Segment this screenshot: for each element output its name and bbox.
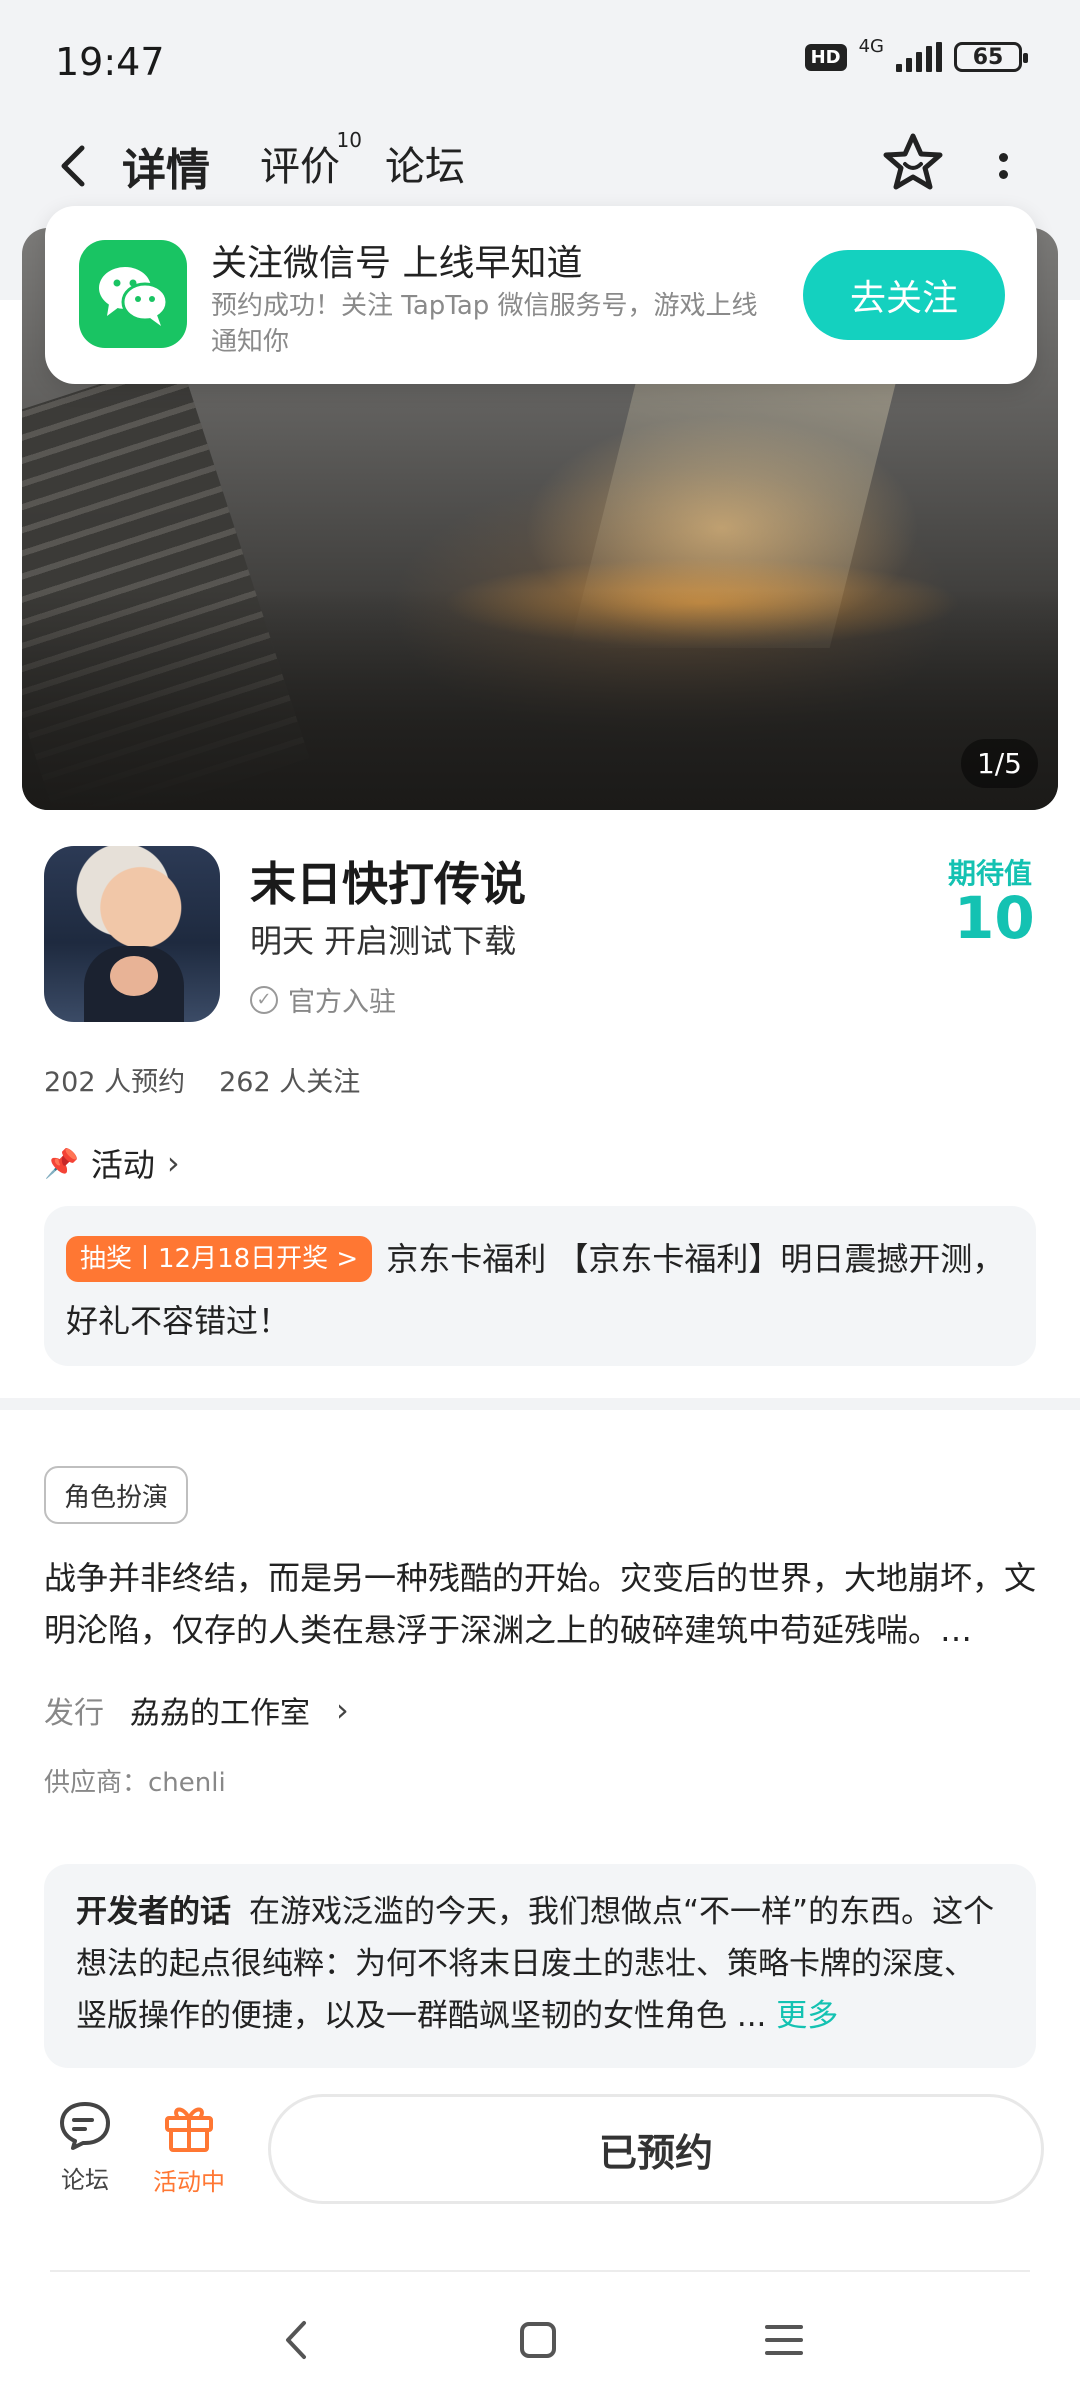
wechat-follow-card: 关注微信号 上线早知道 预约成功！关注 TapTap 微信服务号，游戏上线通知你… [45,206,1037,384]
lottery-tag[interactable]: 抽奖丨12月18日开奖 > [66,1236,373,1282]
system-back-icon [286,2321,306,2359]
publisher-row[interactable]: 发行 劦劦的工作室 › [44,1688,349,1732]
tab-forum-label: 论坛 [385,144,465,190]
banner-ground [22,590,1058,810]
official-label: 官方入驻 [288,987,396,1018]
system-home-icon [520,2322,556,2358]
activity-card[interactable]: 抽奖丨12月18日开奖 > 京东卡福利 【京东卡福利】明日震撼开测，好礼不容错过！ [44,1206,1036,1366]
more-link[interactable]: 更多 [776,1998,838,2034]
activity-heading: 活动 [90,1146,155,1184]
more-dot-icon [998,170,1008,179]
official-badge: ✓ 官方入驻 [250,980,396,1019]
tab-detail[interactable]: 详情 [118,134,214,198]
banner-page-indicator: 1/5 [960,739,1038,788]
top-nav: 详情 评价 10 论坛 [0,120,1080,220]
activity-section-header[interactable]: 📌 活动 › [44,1140,180,1186]
star-icon [883,133,943,190]
network-type: 4G [858,36,884,57]
gift-icon [165,2107,213,2152]
bottom-activity-button[interactable]: 活动中 [144,2100,234,2197]
more-dot-icon [998,153,1008,162]
game-subtitle: 明天 开启测试下载 [250,922,517,960]
tab-review-label: 评价 [260,144,340,190]
developer-note-label: 开发者的话 [76,1894,231,1930]
system-menu-icon [765,2325,803,2355]
system-nav-divider [50,2270,1030,2272]
reserved-button[interactable]: 已预约 [268,2094,1044,2204]
battery-level: 65 [972,44,1004,70]
chevron-right-icon: › [166,1144,180,1182]
section-divider [0,1398,1080,1410]
pin-icon: 📌 [44,1146,79,1180]
signal-icon [896,42,942,72]
game-description[interactable]: 战争并非终结，而是另一种残酷的开始。灾变后的世界，大地崩坏，文明沦陷，仅存的人类… [44,1552,1036,1656]
system-back-button[interactable] [266,2310,326,2370]
tab-review[interactable]: 评价 10 [260,128,362,192]
status-icons: HD 4G 65 [804,38,1028,72]
follow-button[interactable]: 去关注 [803,250,1005,340]
bottom-activity-label: 活动中 [153,2168,225,2196]
status-time: 19:47 [55,40,165,84]
back-arrow-icon [61,145,85,187]
review-count: 10 [336,128,362,152]
bottom-forum-label: 论坛 [61,2166,109,2194]
chevron-right-icon: › [336,1691,349,1729]
tab-detail-label: 详情 [122,145,210,196]
battery-icon: 65 [954,42,1028,72]
game-stats: 202 人预约 262 人关注 [44,1060,360,1099]
system-menu-button[interactable] [754,2310,814,2370]
publisher-label: 发行 [44,1696,104,1731]
game-title: 末日快打传说 [250,857,526,911]
check-circle-icon: ✓ [250,985,278,1014]
tab-forum[interactable]: 论坛 [385,134,465,192]
status-bar: 19:47 HD 4G 65 [0,0,1080,120]
follower-count: 262 人关注 [219,1067,361,1098]
publisher-name: 劦劦的工作室 [130,1696,310,1731]
favorite-button[interactable] [880,130,946,196]
icon-figure-detail [110,956,158,996]
system-home-button[interactable] [508,2310,568,2370]
back-button[interactable] [48,138,98,194]
game-app-icon[interactable] [44,846,220,1022]
more-button[interactable] [985,138,1021,194]
bottom-forum-button[interactable]: 论坛 [40,2100,130,2195]
reservation-count: 202 人预约 [44,1067,186,1098]
expect-value: 10 [954,884,1035,952]
genre-tag[interactable]: 角色扮演 [44,1466,189,1524]
developer-note[interactable]: 开发者的话 在游戏泛滥的今天，我们想做点“不一样”的东西。这个想法的起点很纯粹：为… [44,1864,1036,2068]
follow-card-desc: 预约成功！关注 TapTap 微信服务号，游戏上线通知你 [211,291,758,357]
forum-chat-icon [60,2102,110,2150]
hd-icon: HD [804,43,847,71]
supplier-text: 供应商：chenli [44,1768,226,1798]
wechat-icon [79,240,187,348]
system-navigation-bar [0,2290,1080,2380]
follow-card-title: 关注微信号 上线早知道 [211,243,583,284]
